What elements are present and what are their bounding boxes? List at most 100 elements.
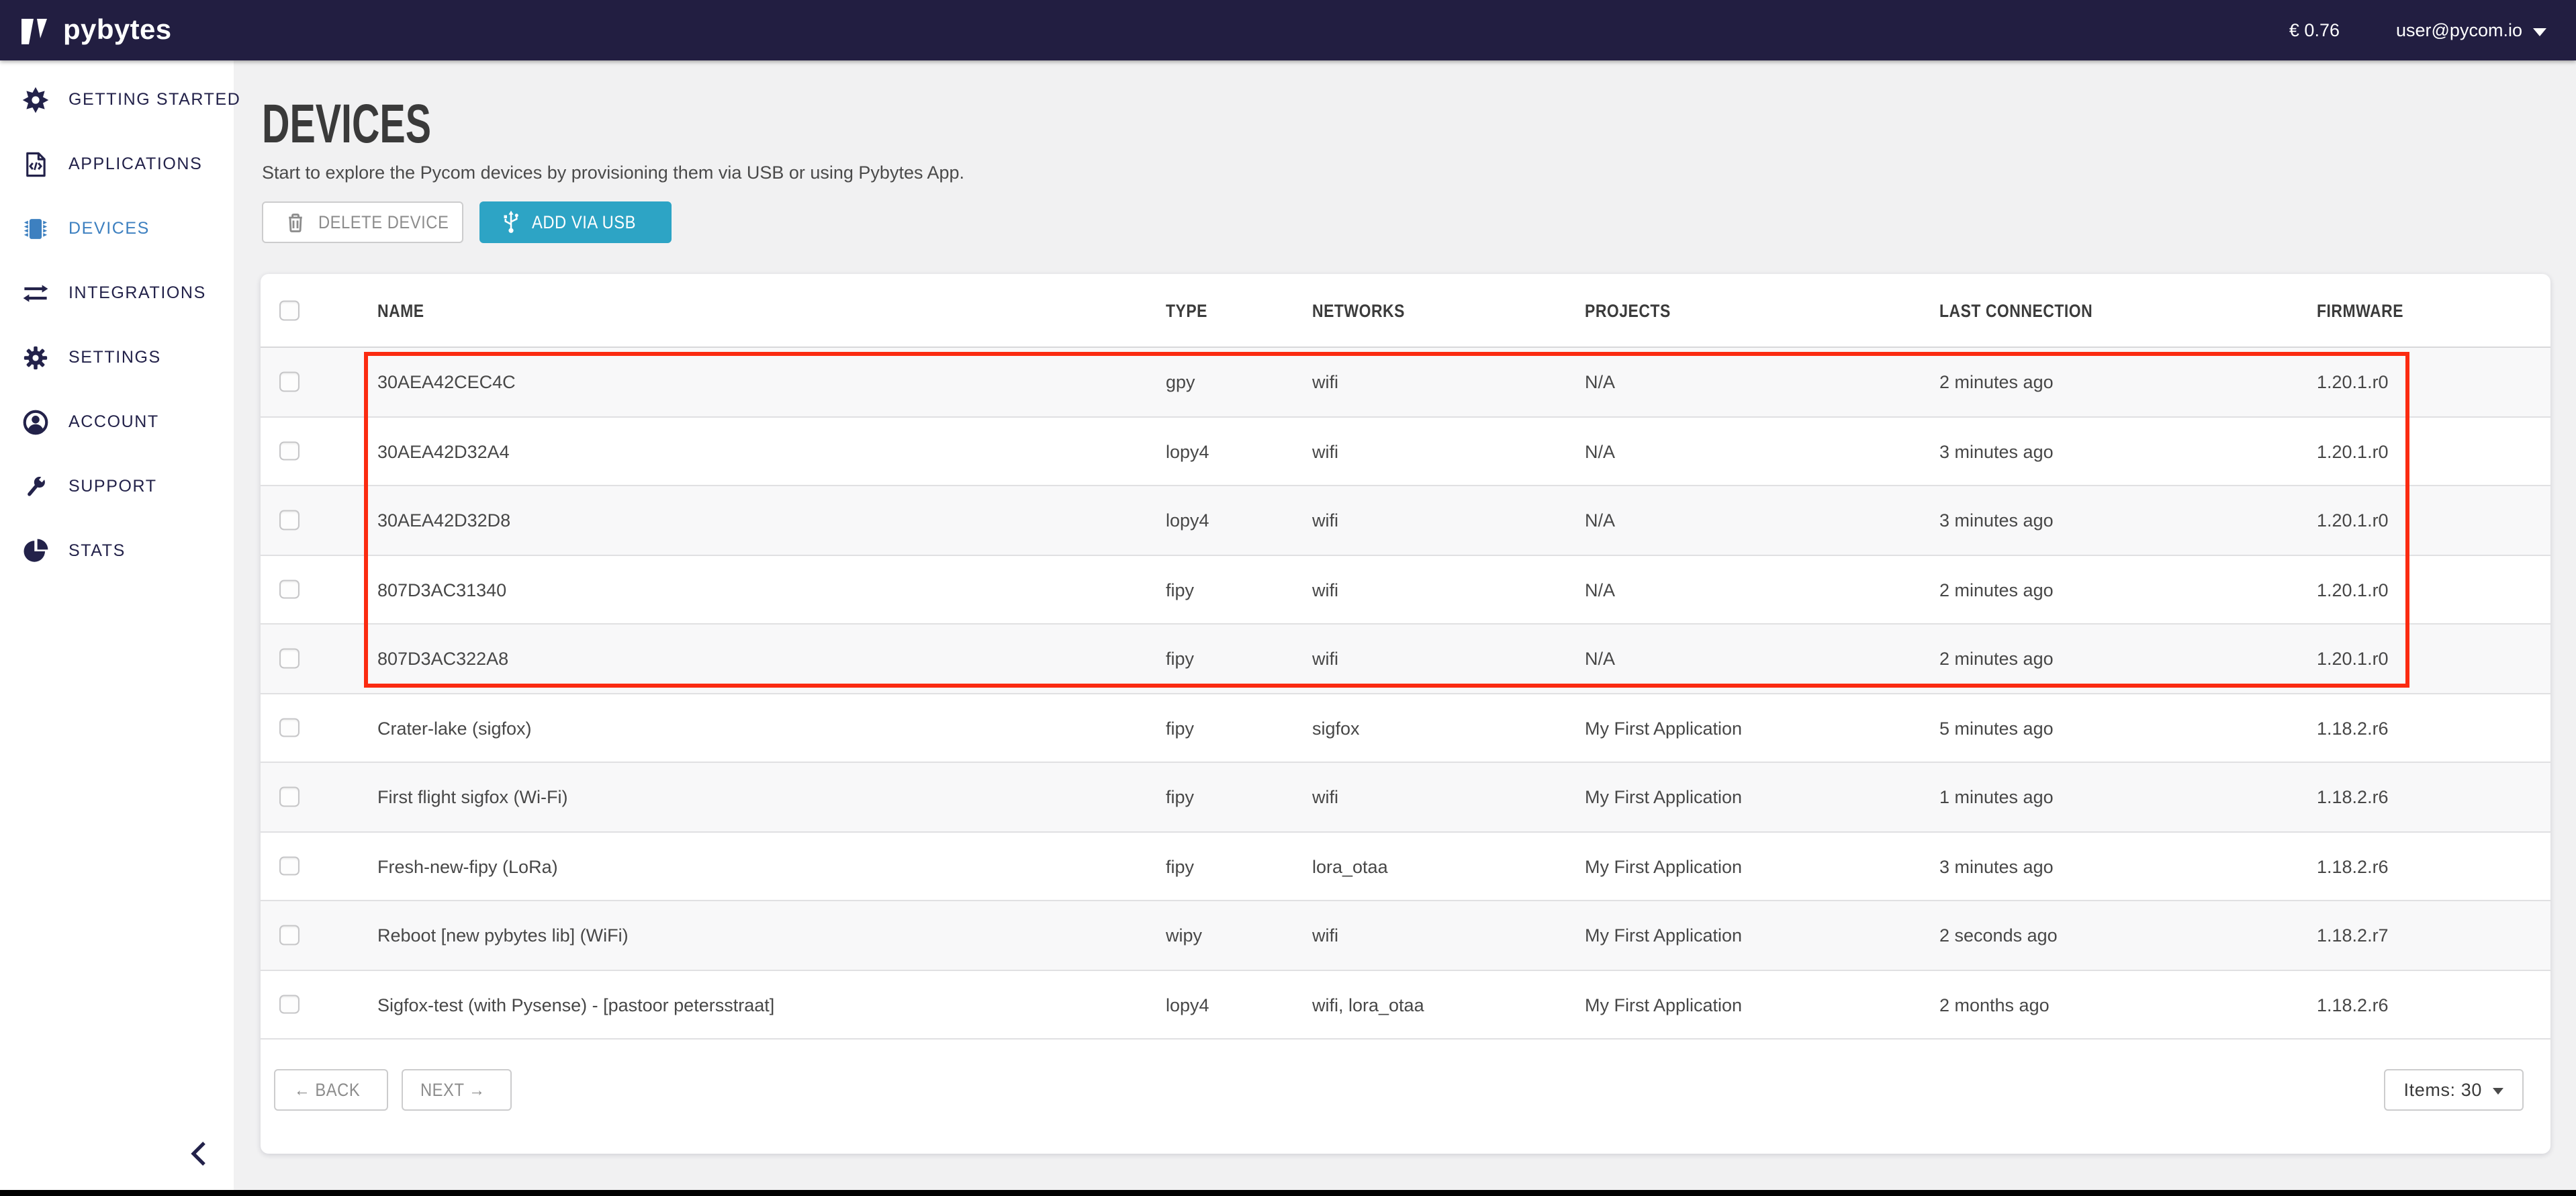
chip-icon: [21, 214, 50, 242]
sidebar-item-devices[interactable]: DEVICES: [0, 196, 234, 261]
row-checkbox[interactable]: [279, 718, 299, 737]
pybytes-logo-icon: [19, 13, 54, 48]
cell-last_connection: 2 minutes ago: [1939, 555, 2054, 625]
cell-firmware: 1.18.2.r6: [2317, 970, 2389, 1040]
cell-name: Reboot [new pybytes lib] (WiFi): [377, 901, 629, 970]
items-per-page-dropdown[interactable]: Items: 30: [2384, 1069, 2524, 1111]
sidebar-item-support[interactable]: SUPPORT: [0, 454, 234, 518]
sidebar-collapse-button[interactable]: [183, 1136, 218, 1170]
row-checkbox[interactable]: [279, 372, 299, 392]
cell-networks: wifi: [1312, 763, 1338, 832]
cell-projects: N/A: [1585, 625, 1615, 694]
table-row[interactable]: First flight sigfox (Wi-Fi)fipywifiMy Fi…: [261, 763, 2550, 832]
row-checkbox[interactable]: [279, 925, 299, 945]
row-checkbox[interactable]: [279, 856, 299, 876]
row-select-cell: [279, 441, 299, 461]
row-select-cell: [279, 372, 299, 392]
table-header-row: NAMETYPENETWORKSPROJECTSLAST CONNECTIONF…: [261, 274, 2550, 348]
toolbar: DELETE DEVICE ADD VIA USB: [262, 201, 672, 243]
cell-firmware: 1.20.1.r0: [2317, 348, 2389, 417]
table-row[interactable]: 30AEA42CEC4CgpywifiN/A2 minutes ago1.20.…: [261, 348, 2550, 417]
cell-last_connection: 3 minutes ago: [1939, 486, 2054, 555]
row-select-cell: [279, 580, 299, 599]
column-header-last_connection: LAST CONNECTION: [1939, 274, 2092, 348]
cell-name: 30AEA42D32D8: [377, 486, 510, 555]
arrows-swap-icon: [21, 279, 50, 307]
cell-projects: N/A: [1585, 555, 1615, 625]
row-checkbox[interactable]: [279, 995, 299, 1014]
sidebar-item-stats[interactable]: STATS: [0, 518, 234, 583]
column-header-type: TYPE: [1166, 274, 1207, 348]
pie-chart-icon: [21, 537, 50, 565]
sidebar-item-applications[interactable]: APPLICATIONS: [0, 132, 234, 196]
row-select-cell: [279, 649, 299, 668]
table-row[interactable]: 30AEA42D32D8lopy4wifiN/A3 minutes ago1.2…: [261, 486, 2550, 555]
trash-icon: [285, 212, 306, 233]
app: pybytes € 0.76 user@pycom.io GETTING STA…: [0, 0, 2576, 1196]
cell-firmware: 1.20.1.r0: [2317, 625, 2389, 694]
table-row[interactable]: Sigfox-test (with Pysense) - [pastoor pe…: [261, 970, 2550, 1040]
table-row[interactable]: Crater-lake (sigfox)fipysigfoxMy First A…: [261, 694, 2550, 763]
pagination: ← BACK NEXT → Items: 30: [261, 1040, 2550, 1154]
table-row[interactable]: 807D3AC322A8fipywifiN/A2 minutes ago1.20…: [261, 625, 2550, 694]
row-checkbox[interactable]: [279, 510, 299, 530]
sidebar-item-account[interactable]: ACCOUNT: [0, 389, 234, 454]
row-checkbox[interactable]: [279, 580, 299, 599]
row-checkbox[interactable]: [279, 441, 299, 461]
cell-projects: My First Application: [1585, 694, 1742, 763]
user-menu[interactable]: user@pycom.io: [2396, 20, 2546, 40]
sidebar-item-label: SETTINGS: [68, 348, 161, 367]
table-row[interactable]: 807D3AC31340fipywifiN/A2 minutes ago1.20…: [261, 555, 2550, 625]
column-header-firmware: FIRMWARE: [2317, 274, 2403, 348]
cell-type: fipy: [1166, 832, 1194, 901]
page-title: DEVICES: [262, 93, 431, 156]
sidebar: GETTING STARTED APPLICATIONS DEVICESINTEGR…: [0, 60, 234, 1189]
cell-type: gpy: [1166, 348, 1195, 417]
cell-type: fipy: [1166, 625, 1194, 694]
next-label: NEXT →: [420, 1080, 484, 1100]
table-row[interactable]: 30AEA42D32A4lopy4wifiN/A3 minutes ago1.2…: [261, 417, 2550, 486]
sidebar-item-getting-started[interactable]: GETTING STARTED: [0, 67, 234, 132]
cell-type: fipy: [1166, 694, 1194, 763]
cell-name: 30AEA42D32A4: [377, 417, 510, 486]
cell-last_connection: 2 months ago: [1939, 970, 2050, 1040]
cell-last_connection: 3 minutes ago: [1939, 832, 2054, 901]
table-body: 30AEA42CEC4CgpywifiN/A2 minutes ago1.20.…: [261, 348, 2550, 1040]
sidebar-item-label: GETTING STARTED: [68, 90, 240, 109]
table-row[interactable]: Reboot [new pybytes lib] (WiFi)wipywifiM…: [261, 901, 2550, 970]
column-header-projects: PROJECTS: [1585, 274, 1671, 348]
cell-name: 807D3AC31340: [377, 555, 506, 625]
select-all-cell: [279, 301, 299, 320]
cell-projects: My First Application: [1585, 901, 1742, 970]
pybytes-logo[interactable]: pybytes: [19, 13, 172, 48]
row-checkbox[interactable]: [279, 787, 299, 807]
select-all-checkbox[interactable]: [279, 301, 299, 320]
items-per-page-label: Items: 30: [2404, 1080, 2482, 1100]
sidebar-item-integrations[interactable]: INTEGRATIONS: [0, 261, 234, 325]
next-button[interactable]: NEXT →: [402, 1069, 512, 1111]
cell-networks: wifi: [1312, 417, 1338, 486]
back-label: ← BACK: [293, 1080, 359, 1100]
cell-firmware: 1.18.2.r7: [2317, 901, 2389, 970]
cell-type: lopy4: [1166, 486, 1209, 555]
row-select-cell: [279, 718, 299, 737]
user-email: user@pycom.io: [2396, 20, 2522, 40]
table-row[interactable]: Fresh-new-fipy (LoRa)fipylora_otaaMy Fir…: [261, 832, 2550, 901]
row-checkbox[interactable]: [279, 649, 299, 668]
sidebar-item-settings[interactable]: SETTINGS: [0, 325, 234, 389]
column-header-name: NAME: [377, 274, 424, 348]
delete-device-button[interactable]: DELETE DEVICE: [262, 201, 463, 243]
cell-projects: My First Application: [1585, 970, 1742, 1040]
cell-projects: My First Application: [1585, 763, 1742, 832]
back-button[interactable]: ← BACK: [274, 1069, 388, 1111]
cell-last_connection: 5 minutes ago: [1939, 694, 2054, 763]
cell-firmware: 1.20.1.r0: [2317, 486, 2389, 555]
sidebar-item-label: SUPPORT: [68, 477, 157, 496]
sidebar-item-label: APPLICATIONS: [68, 154, 202, 173]
cell-last_connection: 3 minutes ago: [1939, 417, 2054, 486]
cell-firmware: 1.20.1.r0: [2317, 417, 2389, 486]
sidebar-item-label: ACCOUNT: [68, 412, 159, 431]
add-via-usb-button[interactable]: ADD VIA USB: [479, 201, 672, 243]
cell-firmware: 1.18.2.r6: [2317, 694, 2389, 763]
delete-device-label: DELETE DEVICE: [318, 212, 449, 232]
